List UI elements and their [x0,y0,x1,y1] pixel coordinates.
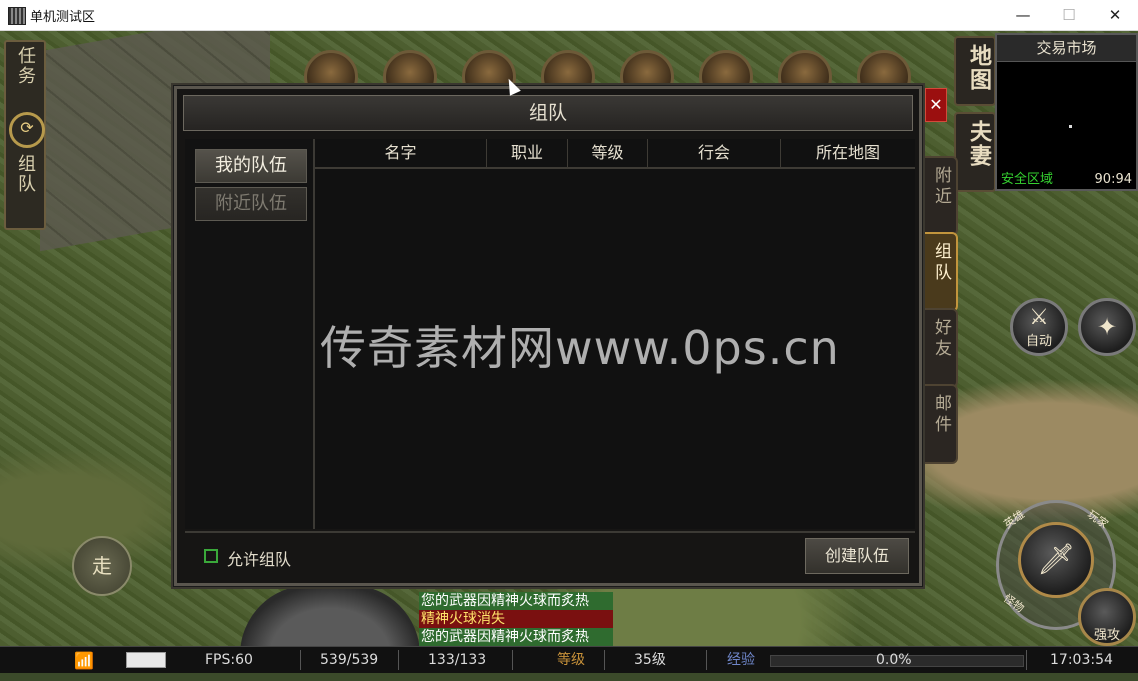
wifi-icon: 📶 [74,651,94,670]
zone-label: 安全区域 [1001,172,1054,187]
spouse-button[interactable]: 夫妻 [954,112,996,192]
tab-nearby-team[interactable]: 附近队伍 [195,187,307,221]
strong-attack-button[interactable]: 强攻 [1078,588,1136,646]
divider [300,650,301,670]
divider [512,650,513,670]
col-level[interactable]: 等级 [568,139,648,167]
auto-label: 自动 [1025,334,1052,349]
tab-friends-label: 好友 [931,318,951,360]
level-label: 等级 [557,652,585,668]
dialog-title: 组队 [183,95,913,131]
tab-my-team[interactable]: 我的队伍 [195,149,307,183]
maximize-button[interactable]: ☐ [1046,0,1092,30]
task-button[interactable]: 任务 [12,46,38,86]
tab-nearby[interactable]: 附近 [922,156,958,236]
main-attack-button[interactable]: 🗡 [1018,522,1094,598]
left-quick-panel: 任务 ⟳ 组队 [4,40,46,230]
exp-label: 经验 [727,652,755,668]
map-label: 地图 [966,44,991,92]
col-map[interactable]: 所在地图 [781,139,915,167]
table-header: 名字 职业 等级 行会 所在地图 [315,139,915,169]
auto-button[interactable]: ⚔ 自动 [1010,298,1068,356]
coords-label: 90:94 [1094,172,1132,187]
divider [1026,650,1027,670]
window-title: 单机测试区 [30,10,96,25]
minimize-button[interactable]: — [1000,0,1046,30]
create-team-button[interactable]: 创建队伍 [805,538,909,574]
crossed-swords-icon: ⚔ [1029,305,1049,330]
player-dot [1069,125,1072,128]
tab-mail[interactable]: 邮件 [922,384,958,464]
status-bar: 📶 FPS:60 539/539 133/133 等级 35级 经验 0.0% … [0,646,1138,673]
divider [398,650,399,670]
chat-log: 您的武器因精神火球而炙热 精神火球消失 您的武器因精神火球而炙热 [419,592,613,646]
tab-team-label: 组队 [931,242,951,284]
tab-nearby-label: 附近 [931,166,951,208]
fps-readout: FPS:60 [205,652,253,668]
close-window-button[interactable]: ✕ [1092,0,1138,30]
divider [706,650,707,670]
team-tab-sidebar: 我的队伍 附近队伍 [185,139,315,529]
app-icon [8,7,26,25]
level-value: 35级 [634,652,666,668]
hp-readout: 539/539 [320,652,379,668]
col-class[interactable]: 职业 [487,139,568,167]
tab-mail-label: 邮件 [931,394,951,436]
map-button[interactable]: 地图 [954,36,996,106]
window-titlebar: 单机测试区 — ☐ ✕ [0,0,1138,31]
col-guild[interactable]: 行会 [648,139,781,167]
minimap-title: 交易市场 [997,35,1136,62]
tab-team[interactable]: 组队 [922,232,958,312]
swap-icon[interactable]: ⟳ [9,112,45,148]
col-name[interactable]: 名字 [315,139,487,167]
watermark: 传奇素材网www.0ps.cn [320,321,840,375]
divider [604,650,605,670]
clock: 17:03:54 [1050,652,1113,668]
tab-friends[interactable]: 好友 [922,308,958,388]
team-button[interactable]: 组队 [12,154,38,194]
dialog-footer: 允许组队 创建队伍 [185,531,915,581]
mp-readout: 133/133 [428,652,487,668]
battery-icon [126,652,166,668]
walk-button[interactable]: 走 [72,536,132,596]
chat-line: 您的武器因精神火球而炙热 [419,628,613,646]
spouse-label: 夫妻 [966,120,991,168]
exp-percent: 0.0% [876,652,912,668]
dialog-close-button[interactable]: ✕ [925,88,947,122]
chat-line: 您的武器因精神火球而炙热 [419,592,613,610]
shuriken-icon[interactable]: ✦ [1078,298,1136,356]
chat-line: 精神火球消失 [419,610,613,628]
allow-team-checkbox[interactable] [204,549,218,563]
allow-team-label[interactable]: 允许组队 [227,546,291,570]
strong-attack-label: 强攻 [1093,628,1120,643]
minimap[interactable]: 交易市场 安全区域 90:94 [995,33,1138,191]
